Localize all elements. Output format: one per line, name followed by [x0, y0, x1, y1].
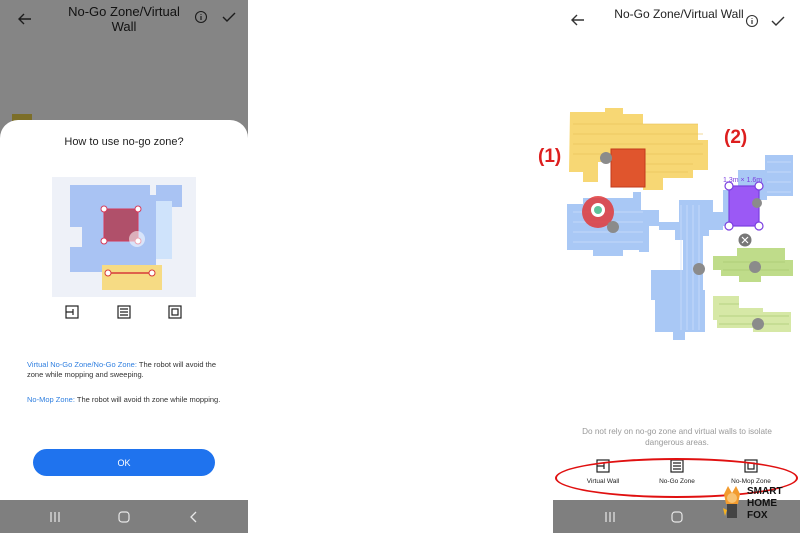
no-go-zone-red: [610, 148, 646, 188]
right-phone-screen: No-Go Zone/Virtual Wall 1.3m × 1.6m Do n…: [553, 0, 800, 533]
zone-dimension-label: 1.3m × 1.6m: [723, 177, 762, 184]
room-marker-icon: [600, 152, 612, 164]
floor-map[interactable]: 1.3m × 1.6m: [553, 100, 800, 340]
room-marker-icon: [749, 261, 761, 273]
logo-text-fox: FOX: [747, 510, 768, 521]
virtual-wall-icon: [64, 304, 80, 320]
no-go-zone-illustration: [52, 177, 196, 297]
no-mop-zone-term: No-Mop Zone:: [27, 395, 75, 404]
ok-button[interactable]: OK: [33, 449, 215, 476]
room-marker-icon: [693, 263, 705, 275]
chevron-left-icon[interactable]: [185, 508, 203, 526]
recents-icon[interactable]: [46, 508, 64, 526]
annotation-label-1: (1): [538, 146, 562, 167]
no-go-zone-description: Virtual No-Go Zone/No-Go Zone: The robot…: [27, 360, 227, 380]
page-title: No-Go Zone/Virtual Wall: [614, 7, 744, 21]
dialog-title: How to use no-go zone?: [64, 136, 184, 148]
check-icon[interactable]: [767, 10, 789, 32]
screenshot-composite: No-Go Zone/Virtual Wall How to use no-go…: [0, 0, 800, 533]
no-mop-zone-icon: [167, 304, 183, 320]
recents-icon[interactable]: [601, 508, 619, 526]
no-go-zone-term: Virtual No-Go Zone/No-Go Zone:: [27, 360, 137, 369]
arrow-left-icon[interactable]: [567, 9, 589, 31]
fox-mascot-icon: [723, 486, 740, 518]
room-marker-icon: [752, 318, 764, 330]
home-icon[interactable]: [668, 508, 686, 526]
annotation-label-2: (2): [724, 127, 748, 148]
system-nav-bar: [0, 500, 248, 533]
home-icon[interactable]: [115, 508, 133, 526]
no-go-zone-icon: [116, 304, 132, 320]
room-marker-icon: [607, 221, 619, 233]
help-dialog: How to use no-go zone? Virtual No-Go Zon…: [0, 120, 248, 500]
room-green-2: [713, 296, 791, 332]
no-mop-zone-text: The robot will avoid th zone while moppi…: [74, 395, 221, 404]
info-icon[interactable]: [743, 12, 761, 30]
safety-warning: Do not rely on no-go zone and virtual wa…: [582, 427, 772, 447]
room-marker-icon: [752, 198, 762, 208]
smart-home-fox-logo: SMART HOME FOX: [720, 484, 800, 524]
left-phone-screen: No-Go Zone/Virtual Wall How to use no-go…: [0, 0, 248, 533]
no-mop-zone-description: No-Mop Zone: The robot will avoid th zon…: [27, 395, 227, 405]
tool-icons-row: [52, 304, 196, 320]
logo-text-smart: SMART: [747, 486, 783, 497]
logo-text-home: HOME: [747, 498, 777, 509]
